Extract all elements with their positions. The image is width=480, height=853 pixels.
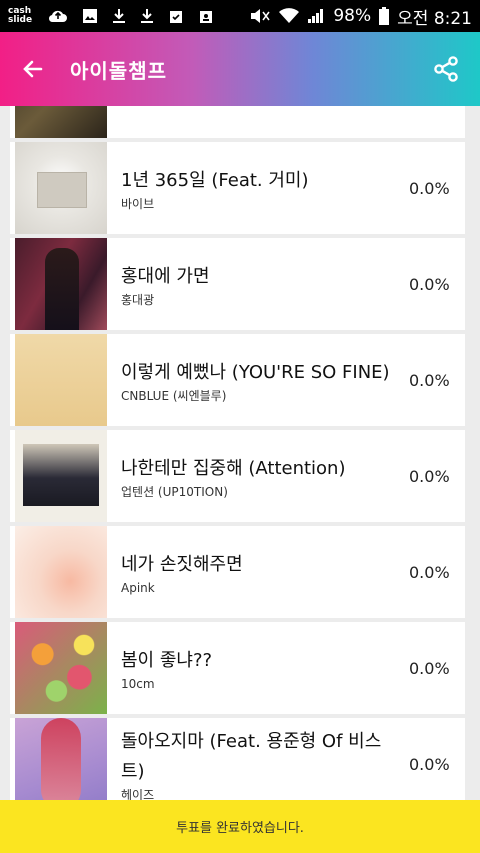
album-art [15,238,107,330]
list-item[interactable]: 나한테만 집중해 (Attention) 업텐션 (UP10TION) 0.0% [10,430,465,522]
song-artist: 바이브 [121,196,155,211]
page-title: 아이돌챔프 [70,58,167,83]
list-item[interactable]: 돌아오지마 (Feat. 용준형 Of 비스트) 헤이즈 0.0% [10,718,465,800]
share-button[interactable] [426,49,466,89]
list-item[interactable]: 네가 손짓해주면 Apink 0.0% [10,526,465,618]
song-title: 홍대에 가면 [121,265,210,287]
song-artist: CNBLUE (씨엔블루) [121,388,227,403]
vote-percent: 0.0% [409,370,450,390]
song-title: 나한테만 집중해 (Attention) [121,457,346,479]
list-item[interactable]: 홍대에 가면 홍대광 0.0% [10,238,465,330]
album-art [15,430,107,522]
download-icon-2 [141,9,153,23]
song-title: 이렇게 예뻤나 (YOU'RE SO FINE) [121,361,390,383]
cloud-upload-icon [48,10,67,23]
battery-icon [379,7,390,25]
list-item[interactable]: 1년 365일 (Feat. 거미) 바이브 0.0% [10,142,465,234]
toast-message: 투표를 완료하였습니다. [176,821,304,836]
album-art [15,334,107,426]
song-artist: 업텐션 (UP10TION) [121,484,228,499]
clock: 오전 8:21 [397,8,472,29]
clipboard-check-icon [170,11,182,23]
vote-percent: 0.0% [409,658,450,678]
song-title: 1년 365일 (Feat. 거미) [121,169,309,191]
share-icon [434,56,458,82]
wifi-icon [279,8,300,23]
song-title: 돌아오지마 (Feat. 용준형 Of 비스트) [121,730,382,782]
album-art [15,526,107,618]
battery-percent: 98% [333,6,372,26]
cash-slide-icon: cash slide [8,6,33,25]
toast-banner: 투표를 완료하였습니다. [0,800,480,853]
album-art [15,106,107,138]
image-icon [83,9,97,23]
album-art [15,622,107,714]
app-bar: 아이돌챔프 [0,32,480,106]
clipboard-person-icon [200,11,212,23]
back-button[interactable] [10,46,56,92]
mute-icon [251,9,270,23]
vote-percent: 0.0% [409,562,450,582]
vote-percent: 0.0% [409,178,450,198]
album-art [15,718,107,800]
status-bar: cash slide 98% 오전 8:21 [0,0,480,32]
song-artist: 10cm [121,676,155,691]
list-item[interactable]: 이렇게 예뻤나 (YOU'RE SO FINE) CNBLUE (씨엔블루) 0… [10,334,465,426]
vote-percent: 0.0% [409,274,450,294]
song-list[interactable]: 1년 365일 (Feat. 거미) 바이브 0.0% 홍대에 가면 홍대광 0… [0,106,480,800]
download-icon [113,9,125,23]
song-title: 봄이 좋냐?? [121,649,213,671]
signal-icon [308,9,324,23]
list-item[interactable]: 봄이 좋냐?? 10cm 0.0% [10,622,465,714]
song-artist: Apink [121,580,155,595]
song-title: 네가 손짓해주면 [121,553,243,575]
vote-percent: 0.0% [409,466,450,486]
arrow-left-icon [23,60,43,78]
vote-percent: 0.0% [409,754,450,774]
album-art [15,142,107,234]
song-artist: 헤이즈 [121,787,155,801]
list-item[interactable] [10,106,465,138]
song-artist: 홍대광 [121,292,155,307]
